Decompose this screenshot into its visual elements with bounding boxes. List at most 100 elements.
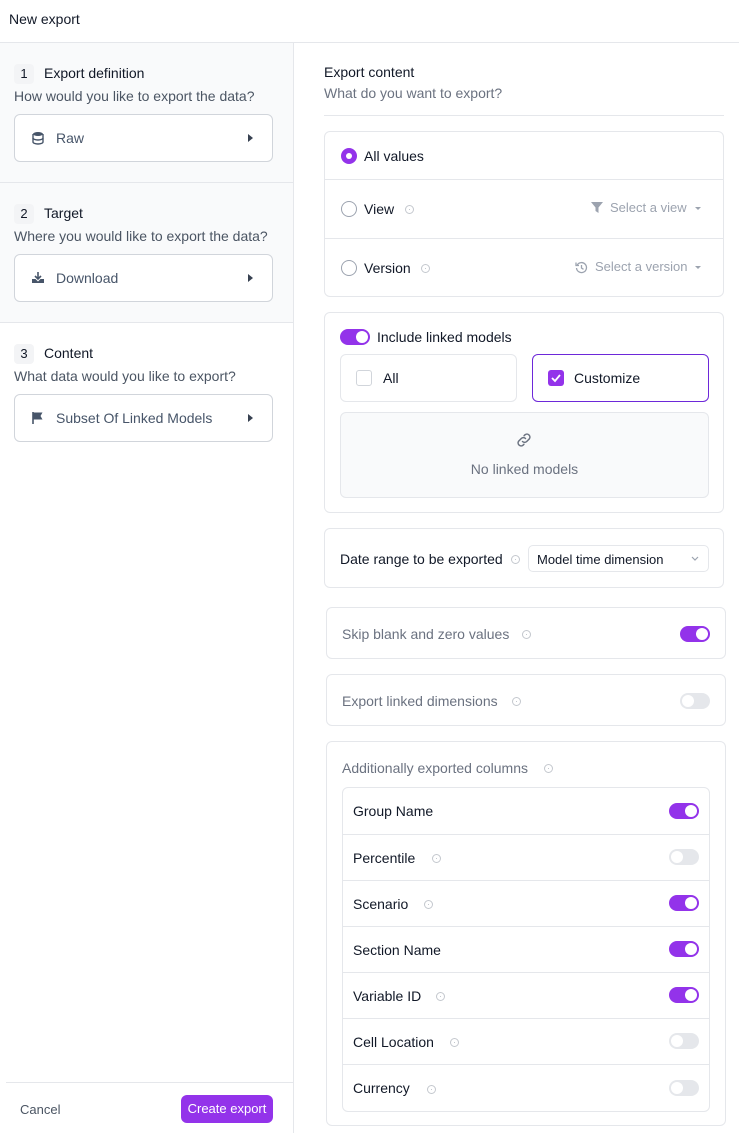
step-number: 1 (14, 64, 34, 84)
list-item[interactable]: Group Name (343, 788, 709, 834)
column-label: Scenario (353, 896, 409, 912)
history-icon (575, 261, 588, 274)
caret-down-icon (695, 207, 701, 210)
option-label: All values (364, 148, 424, 164)
all-checkbox[interactable] (356, 370, 372, 386)
step-target[interactable]: 2 Target Where you would like to export … (0, 183, 293, 323)
export-definition-select[interactable]: Raw (14, 114, 273, 162)
list-item[interactable]: Currency (343, 1065, 709, 1111)
option-view[interactable]: View Select a view (325, 180, 723, 238)
export-content-options: All values View Select a view Version Se… (324, 131, 724, 297)
divider (324, 115, 724, 116)
export-linked-dimensions-label: Export linked dimensions (342, 693, 498, 709)
option-label: Customize (574, 370, 641, 386)
content-select[interactable]: Subset Of Linked Models (14, 394, 273, 442)
currency-toggle[interactable] (669, 1080, 699, 1096)
select-value: Subset Of Linked Models (56, 410, 213, 426)
caret-right-icon (248, 414, 253, 422)
list-item[interactable]: Cell Location (343, 1019, 709, 1065)
option-all-values[interactable]: All values (325, 132, 723, 179)
list-item[interactable]: Percentile (343, 835, 709, 881)
column-label: Currency (353, 1080, 410, 1096)
linked-customize-option[interactable]: Customize (532, 354, 709, 402)
step-content[interactable]: 3 Content What data would you like to ex… (0, 323, 293, 463)
picker-label: Select a view (610, 200, 687, 215)
cell-location-toggle[interactable] (669, 1033, 699, 1049)
step-export-definition[interactable]: 1 Export definition How would you like t… (0, 43, 293, 183)
date-range-label: Date range to be exported (340, 551, 503, 567)
column-label: Variable ID (353, 988, 422, 1004)
list-item[interactable]: Section Name (343, 927, 709, 973)
section-title: Export content (324, 64, 415, 80)
target-select[interactable]: Download (14, 254, 273, 302)
option-label: All (383, 370, 399, 386)
select-view-dropdown[interactable]: Select a view (589, 200, 709, 220)
toggle-label: Include linked models (377, 329, 512, 345)
radio-all-values[interactable] (341, 148, 357, 164)
radio-version[interactable] (341, 260, 357, 276)
column-label: Section Name (353, 942, 441, 958)
cancel-button[interactable]: Cancel (20, 1102, 60, 1117)
section-name-toggle[interactable] (669, 941, 699, 957)
database-icon (32, 132, 44, 145)
empty-text: No linked models (470, 461, 579, 477)
panel-divider (293, 43, 294, 1133)
include-linked-models-toggle[interactable] (340, 329, 370, 345)
caret-down-icon (695, 266, 701, 269)
create-export-button[interactable]: Create export (181, 1095, 273, 1123)
customize-checkbox[interactable] (548, 370, 564, 386)
skip-blank-card: Skip blank and zero values (326, 607, 726, 659)
option-version[interactable]: Version Select a version (325, 239, 723, 297)
select-value: Model time dimension (537, 552, 664, 567)
date-range-card: Date range to be exported Model time dim… (324, 528, 724, 588)
select-value: Download (56, 270, 119, 286)
info-icon (427, 1085, 436, 1094)
variable-id-toggle[interactable] (669, 987, 699, 1003)
linked-models-card: Include linked models All Customize No l… (324, 312, 724, 513)
info-icon (421, 264, 430, 273)
extra-columns-card: Additionally exported columns Group Name… (326, 741, 726, 1126)
date-range-select[interactable]: Model time dimension (528, 545, 709, 572)
info-icon (512, 697, 521, 706)
percentile-toggle[interactable] (669, 849, 699, 865)
skip-blank-label: Skip blank and zero values (342, 626, 510, 642)
flag-icon (32, 412, 43, 424)
info-icon (424, 900, 433, 909)
select-value: Raw (56, 130, 85, 146)
option-label: View (364, 201, 395, 217)
info-icon (450, 1038, 459, 1047)
info-icon (436, 992, 445, 1001)
step-subtitle: How would you like to export the data? (14, 88, 255, 104)
scenario-toggle[interactable] (669, 895, 699, 911)
extra-columns-title: Additionally exported columns (342, 760, 528, 776)
select-version-dropdown[interactable]: Select a version (573, 259, 709, 279)
info-icon (405, 205, 414, 214)
picker-label: Select a version (595, 259, 688, 274)
step-subtitle: Where you would like to export the data? (14, 228, 268, 244)
list-item[interactable]: Variable ID (343, 973, 709, 1019)
skip-blank-toggle[interactable] (680, 626, 710, 642)
group-name-toggle[interactable] (669, 803, 699, 819)
step-number: 3 (14, 344, 34, 364)
filter-icon (591, 202, 603, 213)
step-number: 2 (14, 204, 34, 224)
linked-models-empty-state: No linked models (340, 412, 709, 498)
step-title: Target (44, 205, 83, 221)
dialog-title: New export (9, 11, 80, 27)
link-icon (517, 433, 531, 447)
info-icon (511, 555, 520, 564)
export-linked-dimensions-toggle[interactable] (680, 693, 710, 709)
option-label: Version (364, 260, 411, 276)
step-title: Content (44, 345, 94, 361)
linked-all-option[interactable]: All (340, 354, 517, 402)
download-icon (32, 272, 44, 283)
info-icon (522, 630, 531, 639)
radio-view[interactable] (341, 201, 357, 217)
footer: Cancel Create export (6, 1082, 293, 1133)
chevron-down-icon (691, 556, 699, 561)
list-item[interactable]: Scenario (343, 881, 709, 927)
top-bar: New export (0, 0, 739, 43)
step-subtitle: What data would you like to export? (14, 368, 236, 384)
caret-right-icon (248, 274, 253, 282)
column-label: Group Name (353, 803, 434, 819)
